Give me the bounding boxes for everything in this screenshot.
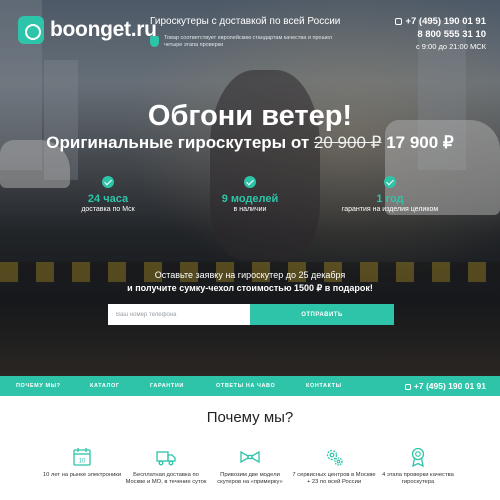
logo-text: boonget.ru <box>50 18 157 41</box>
phone-icon <box>395 18 403 25</box>
reason-item: 10 10 лет на рынке электроники <box>40 446 124 479</box>
send-button[interactable]: ОТПРАВИТЬ <box>250 304 394 325</box>
hero-headline: Обгони ветер! <box>147 100 353 132</box>
nav-item-guarantees[interactable]: ГАРАНТИИ <box>150 383 184 389</box>
reason-text: 10 лет на рынке электроники <box>42 472 122 478</box>
working-hours: с 9:00 до 21:00 МСК <box>415 42 486 51</box>
subhead-prefix: Оригинальные гироскутеры от <box>46 133 314 152</box>
gear-icon <box>326 449 343 466</box>
reason-item: 4 этапа проверки качества гироскутера <box>376 446 460 486</box>
shield-icon <box>150 36 159 47</box>
reason-text: Бесплатная доставка по Москве и МО, в те… <box>125 472 207 485</box>
feature-value: 24 часа <box>87 193 129 205</box>
nav-item-catalog[interactable]: КАТАЛОГ <box>90 383 120 389</box>
header-phone-1-text: +7 (495) 190 01 91 <box>405 16 486 27</box>
phone-icon <box>404 383 411 390</box>
why-title: Почему мы? <box>206 409 294 426</box>
nav-item-faq[interactable]: ОТВЕТЫ НА ЧАВО <box>216 383 275 389</box>
feature-delivery: 24 часа доставка по Мск <box>48 176 168 213</box>
truck-icon <box>156 451 176 466</box>
logo[interactable]: boonget.ru <box>18 16 157 44</box>
check-icon <box>102 176 114 188</box>
new-price: 17 900 ₽ <box>381 133 454 152</box>
nav-item-contacts[interactable]: КОНТАКТЫ <box>306 383 342 389</box>
feature-label: доставка по Мск <box>81 206 135 213</box>
header-phone-1[interactable]: +7 (495) 190 01 91 <box>395 16 486 27</box>
nav-phone[interactable]: +7 (495) 190 01 91 <box>404 381 486 391</box>
nav-phone-text: +7 (495) 190 01 91 <box>413 381 486 391</box>
tagline-title: Гироскутеры с доставкой по всей России <box>150 16 341 27</box>
reason-text: Привозим две модели скутеров на «примерк… <box>217 472 283 485</box>
check-icon <box>384 176 396 188</box>
nav-bar: ПОЧЕМУ МЫ? КАТАЛОГ ГАРАНТИИ ОТВЕТЫ НА ЧА… <box>0 376 500 396</box>
calendar-icon: 10 <box>73 448 91 466</box>
logo-icon <box>18 16 44 44</box>
hero-section: boonget.ru Гироскутеры с доставкой по вс… <box>0 0 500 376</box>
feature-value: 1 год <box>376 193 404 205</box>
feature-value: 9 моделей <box>221 193 279 205</box>
hero-subhead: Оригинальные гироскутеры от 20 900 ₽ 17 … <box>0 133 500 153</box>
reason-item: Бесплатная доставка по Москве и МО, в те… <box>124 446 208 486</box>
reason-item: Привозим две модели скутеров на «примерк… <box>208 446 292 486</box>
badge-icon <box>411 447 425 468</box>
nav-item-why[interactable]: ПОЧЕМУ МЫ? <box>16 383 61 389</box>
tagline-note-row: Товар соответствует европейским стандарт… <box>150 35 350 49</box>
header-phone-2[interactable]: 8 800 555 31 10 <box>395 29 486 40</box>
tagline: Гироскутеры с доставкой по всей России Т… <box>150 16 350 49</box>
reason-item: 7 сервисных центров в Москве + 23 по все… <box>292 446 376 486</box>
feature-warranty: 1 год гарантия на изделия целиком <box>330 176 450 213</box>
phone-input[interactable] <box>108 304 250 325</box>
tagline-note: Товар соответствует европейским стандарт… <box>164 35 333 48</box>
old-price: 20 900 ₽ <box>313 133 382 152</box>
reason-text: 4 этапа проверки качества гироскутера <box>382 472 454 485</box>
header-contacts: +7 (495) 190 01 91 8 800 555 31 10 с 9:0… <box>395 16 486 51</box>
offer-line-1: Оставьте заявку на гироскутер до 25 дека… <box>154 270 346 280</box>
svg-text:10: 10 <box>79 459 86 465</box>
feature-label: гарантия на изделия целиком <box>341 206 439 213</box>
bowtie-icon <box>240 450 260 464</box>
check-icon <box>244 176 256 188</box>
feature-models: 9 моделей в наличии <box>190 176 310 213</box>
reason-text: 7 сервисных центров в Москве + 23 по все… <box>292 472 376 485</box>
offer-line-2: и получите сумку-чехол стоимостью 1500 ₽… <box>127 283 373 293</box>
feature-label: в наличии <box>233 206 267 213</box>
